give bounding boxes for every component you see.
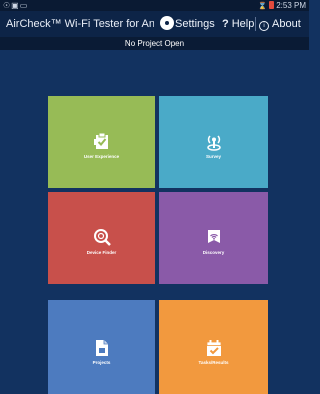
about-label: About bbox=[272, 18, 301, 30]
cast-icon: ▭ bbox=[19, 1, 29, 10]
menu-divider bbox=[255, 17, 256, 31]
settings-button[interactable]: Settings bbox=[162, 11, 215, 37]
image-icon: ▣ bbox=[11, 1, 20, 10]
calendar-check-icon bbox=[205, 339, 222, 362]
clipboard-check-icon bbox=[93, 132, 111, 155]
tile-discovery[interactable]: Discovery bbox=[159, 192, 268, 284]
document-icon bbox=[94, 339, 110, 362]
tile-label: Discovery bbox=[202, 250, 225, 255]
tile-user-experience[interactable]: User Experience bbox=[48, 96, 155, 188]
tile-label: User Experience bbox=[83, 154, 120, 159]
about-button[interactable]: i About bbox=[259, 11, 301, 37]
tile-label: Survey bbox=[205, 154, 221, 159]
wifi-tag-icon bbox=[205, 228, 223, 251]
question-icon: ? bbox=[222, 18, 229, 30]
tile-survey[interactable]: Survey bbox=[159, 96, 268, 188]
status-bar: ☉▣▭ ⌛ 2:53 PM bbox=[0, 0, 309, 11]
info-icon: i bbox=[259, 21, 269, 31]
tile-label: Projects bbox=[92, 360, 111, 365]
settings-label: Settings bbox=[175, 18, 215, 30]
project-status: No Project Open bbox=[0, 37, 309, 50]
tile-device-finder[interactable]: Device Finder bbox=[48, 192, 155, 284]
help-label: Help bbox=[231, 18, 255, 30]
status-time: 2:53 PM bbox=[276, 1, 306, 10]
battery-icon bbox=[269, 1, 275, 9]
usb-icon: ☉ bbox=[3, 1, 12, 10]
action-bar: AirCheck™ Wi-Fi Tester for And Settings … bbox=[0, 11, 309, 37]
status-left-icons: ☉▣▭ bbox=[3, 0, 28, 11]
tile-label: Device Finder bbox=[86, 250, 117, 255]
tile-tasks-results[interactable]: Tasks/Results bbox=[159, 300, 268, 394]
signal-icon: ⌛ bbox=[258, 3, 267, 10]
tile-projects[interactable]: Projects bbox=[48, 300, 155, 394]
app-title: AirCheck™ Wi-Fi Tester for And bbox=[6, 18, 154, 30]
tile-label: Tasks/Results bbox=[198, 360, 229, 365]
gear-icon bbox=[162, 18, 172, 28]
magnifier-icon bbox=[93, 228, 111, 251]
help-button[interactable]: ? Help bbox=[222, 11, 254, 37]
